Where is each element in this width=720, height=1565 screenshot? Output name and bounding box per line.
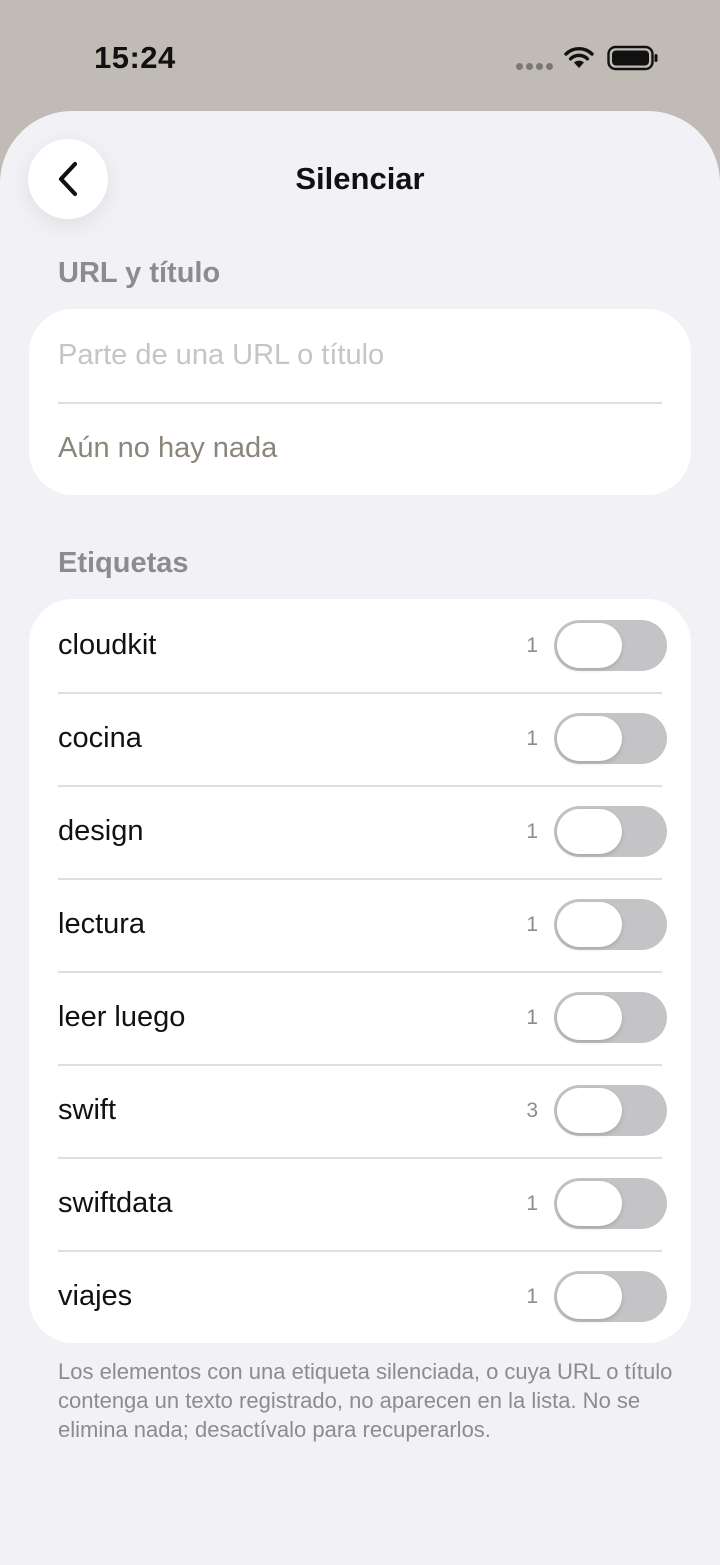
tags-card: cloudkit 1 cocina 1 design 1 lectura 1 l… [29, 599, 691, 1343]
footer-note: Los elementos con una etiqueta silenciad… [58, 1359, 673, 1442]
mute-toggle-swiftdata[interactable] [554, 1178, 667, 1229]
mute-toggle-cloudkit[interactable] [554, 620, 667, 671]
toggle-knob [557, 1088, 622, 1133]
status-bar: 15:24 [0, 0, 720, 112]
tags-section-header: Etiquetas [58, 547, 189, 579]
tag-label: lectura [58, 908, 146, 940]
mute-toggle-lectura[interactable] [554, 899, 667, 950]
toggle-knob [557, 623, 622, 668]
toggle-knob [557, 716, 622, 761]
mute-sheet: Silenciar URL y título Aún no hay nada E… [0, 111, 720, 1565]
tag-row-design: design 1 [29, 785, 691, 878]
toggle-knob [557, 995, 622, 1040]
tag-row-lectura: lectura 1 [29, 878, 691, 971]
signal-dots-icon [516, 63, 553, 70]
mute-toggle-viajes[interactable] [554, 1271, 667, 1322]
empty-state-text: Aún no hay nada [58, 432, 278, 464]
tag-label: cloudkit [58, 629, 157, 661]
tag-label: viajes [58, 1280, 133, 1312]
tag-row-swiftdata: swiftdata 1 [29, 1157, 691, 1250]
tag-row-viajes: viajes 1 [29, 1250, 691, 1343]
toggle-knob [557, 1181, 622, 1226]
tag-row-cocina: cocina 1 [29, 692, 691, 785]
tag-label: design [58, 815, 144, 847]
mute-toggle-cocina[interactable] [554, 713, 667, 764]
tag-label: swiftdata [58, 1187, 173, 1219]
tag-count: 1 [526, 819, 538, 843]
tag-row-leer-luego: leer luego 1 [29, 971, 691, 1064]
tag-count: 1 [526, 726, 538, 750]
url-section-header: URL y título [58, 257, 221, 289]
wifi-icon [564, 47, 594, 68]
mute-toggle-swift[interactable] [554, 1085, 667, 1136]
status-time: 15:24 [94, 40, 176, 75]
tag-count: 1 [526, 912, 538, 936]
tag-count: 1 [526, 1005, 538, 1029]
page-title: Silenciar [295, 161, 425, 196]
tag-count: 1 [526, 1284, 538, 1308]
url-card: Aún no hay nada [29, 309, 691, 495]
mute-toggle-leer-luego[interactable] [554, 992, 667, 1043]
tag-count: 1 [526, 1191, 538, 1215]
url-title-input[interactable] [58, 339, 658, 372]
tag-label: leer luego [58, 1001, 186, 1033]
url-empty-row: Aún no hay nada [29, 402, 691, 495]
battery-icon [607, 45, 658, 71]
mute-toggle-design[interactable] [554, 806, 667, 857]
tag-label: cocina [58, 722, 142, 754]
tag-row-swift: swift 3 [29, 1064, 691, 1157]
tag-count: 3 [526, 1098, 538, 1122]
tag-row-cloudkit: cloudkit 1 [29, 599, 691, 692]
url-input-row [29, 309, 691, 402]
toggle-knob [557, 902, 622, 947]
toggle-knob [557, 809, 622, 854]
tag-label: swift [58, 1094, 116, 1126]
tag-count: 1 [526, 633, 538, 657]
toggle-knob [557, 1274, 622, 1319]
